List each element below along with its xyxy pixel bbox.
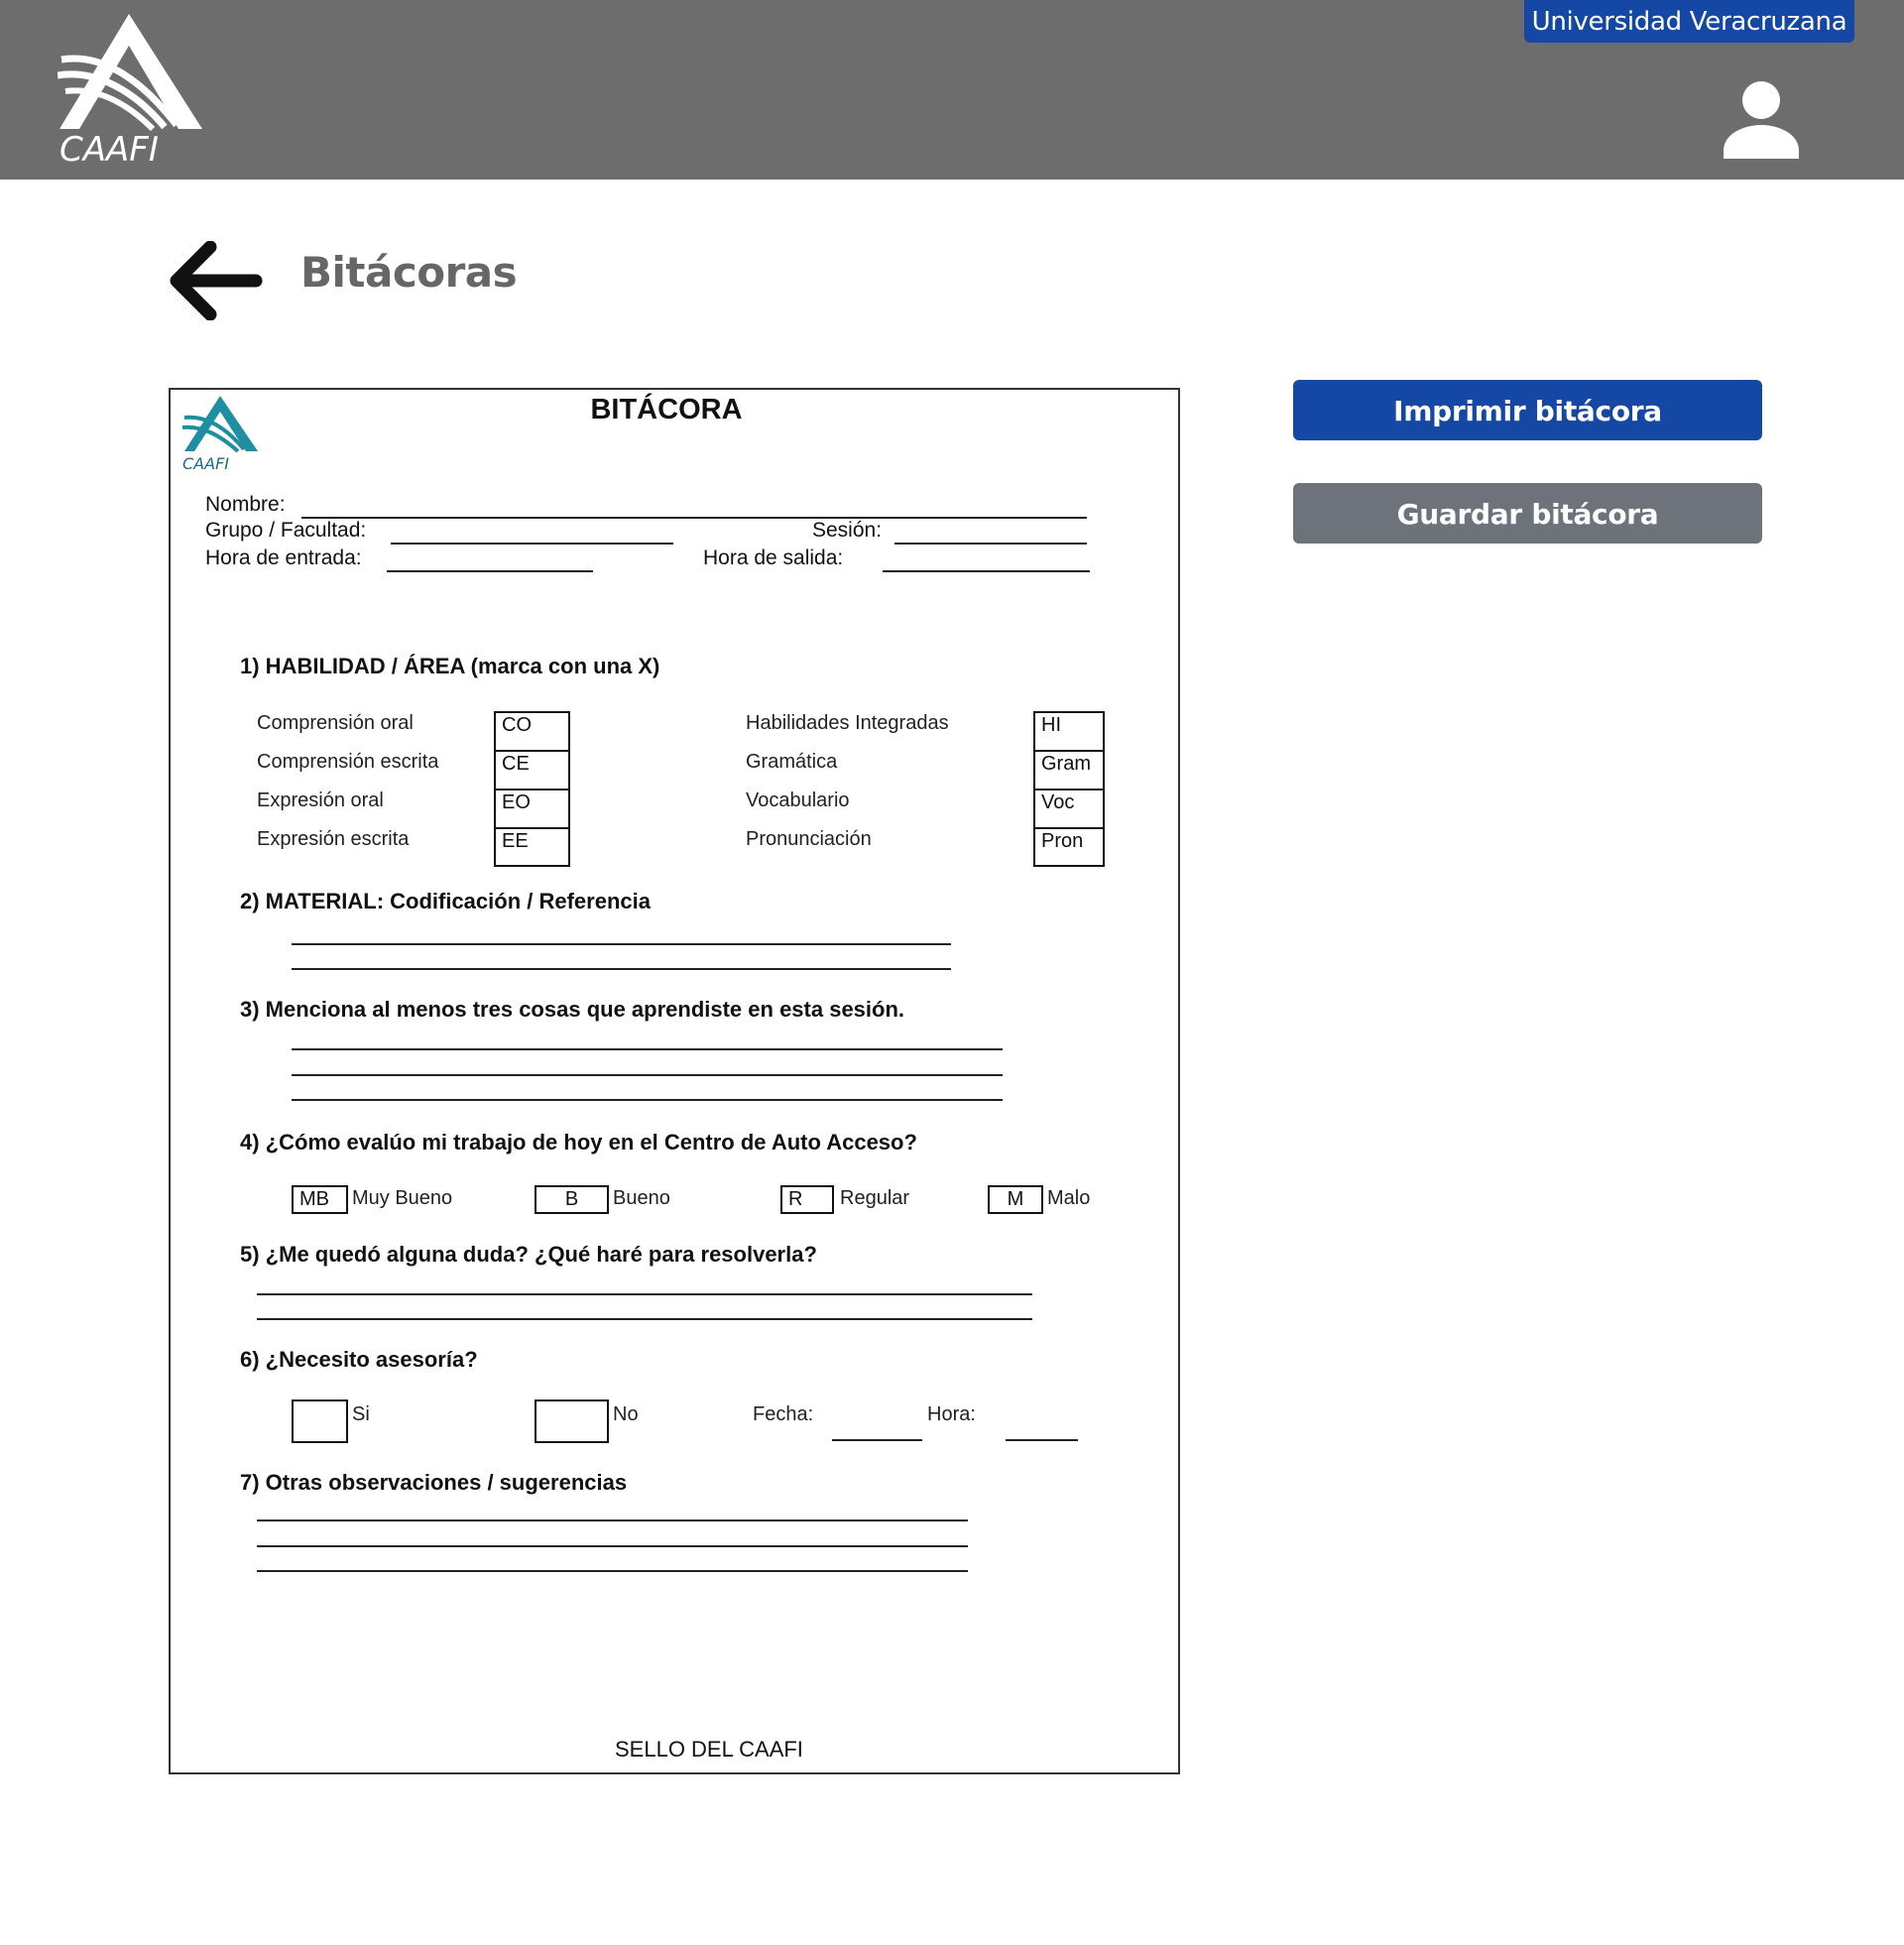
field-name-label: Nombre:	[205, 493, 286, 516]
rating-checkbox[interactable]: MB	[292, 1185, 348, 1214]
rating-checkbox[interactable]: R	[780, 1185, 834, 1214]
rating-label: Bueno	[613, 1187, 670, 1209]
logo-text: CAAFI	[60, 130, 159, 165]
field-group-label: Grupo / Facultad:	[205, 519, 367, 542]
skill-checkbox[interactable]: HI	[1033, 711, 1105, 752]
skill-label: Vocabulario	[746, 790, 850, 811]
skill-checkbox[interactable]: EE	[494, 827, 570, 867]
answer-line	[257, 1520, 968, 1521]
print-log-button[interactable]: Imprimir bitácora	[1293, 380, 1762, 440]
q7-title: 7) Otras observaciones / sugerencias	[240, 1470, 628, 1495]
user-icon[interactable]	[1722, 81, 1801, 159]
log-document-preview: CAAFI BITÁCORA Nombre: Grupo / Facultad:…	[169, 388, 1180, 1774]
top-bar: CAAFI Universidad Veracruzana	[0, 0, 1904, 180]
advice-yes-checkbox[interactable]	[292, 1399, 348, 1443]
doc-logo-text: CAAFI	[182, 454, 229, 473]
skill-label: Pronunciación	[746, 828, 872, 850]
field-exit-time-line	[883, 570, 1090, 572]
skill-checkbox[interactable]: Gram	[1033, 750, 1105, 790]
answer-line	[292, 1099, 1003, 1101]
field-entry-time-label: Hora de entrada:	[205, 547, 362, 569]
seal-label: SELLO DEL CAAFI	[615, 1737, 803, 1762]
answer-line	[257, 1570, 968, 1572]
university-badge[interactable]: Universidad Veracruzana	[1524, 0, 1854, 43]
answer-line	[292, 1048, 1003, 1050]
answer-line	[292, 968, 951, 970]
advice-date-label: Fecha:	[753, 1403, 814, 1425]
answer-line	[257, 1545, 968, 1547]
skill-checkbox[interactable]: CE	[494, 750, 570, 790]
q1-title: 1) HABILIDAD / ÁREA (marca con una X)	[240, 654, 660, 678]
caafi-logo-icon[interactable]: CAAFI	[58, 14, 202, 165]
answer-line	[292, 1074, 1003, 1076]
skill-checkbox[interactable]: EO	[494, 789, 570, 829]
advice-yes-label: Si	[352, 1403, 370, 1425]
advice-no-label: No	[613, 1403, 639, 1425]
advice-time-label: Hora:	[927, 1403, 976, 1425]
skill-label: Expresión escrita	[257, 828, 410, 850]
rating-label: Malo	[1047, 1187, 1091, 1209]
page-title: Bitácoras	[300, 248, 518, 297]
rating-label: Regular	[840, 1187, 910, 1209]
field-name-line	[301, 517, 1087, 519]
rating-checkbox[interactable]: B	[535, 1185, 609, 1214]
q4-title: 4) ¿Cómo evalúo mi trabajo de hoy en el …	[240, 1130, 917, 1155]
q2-title: 2) MATERIAL: Codificación / Referencia	[240, 889, 651, 913]
skill-label: Comprensión escrita	[257, 751, 439, 773]
advice-time-line	[1006, 1439, 1078, 1441]
skill-label: Expresión oral	[257, 790, 384, 811]
advice-no-checkbox[interactable]	[535, 1399, 609, 1443]
q6-title: 6) ¿Necesito asesoría?	[240, 1347, 478, 1372]
field-entry-time-line	[387, 570, 593, 572]
skill-checkbox[interactable]: Voc	[1033, 789, 1105, 829]
rating-checkbox[interactable]: M	[988, 1185, 1043, 1214]
skill-checkbox[interactable]: CO	[494, 711, 570, 752]
arrow-left-icon[interactable]	[169, 241, 264, 320]
answer-line	[292, 943, 951, 945]
field-exit-time-label: Hora de salida:	[703, 547, 844, 569]
field-group-line	[391, 543, 673, 545]
save-log-button[interactable]: Guardar bitácora	[1293, 483, 1762, 544]
skill-label: Gramática	[746, 751, 838, 773]
q5-title: 5) ¿Me quedó alguna duda? ¿Qué haré para…	[240, 1242, 817, 1267]
rating-label: Muy Bueno	[352, 1187, 453, 1209]
field-session-label: Sesión:	[812, 519, 883, 542]
field-session-line	[894, 543, 1087, 545]
q3-title: 3) Menciona al menos tres cosas que apre…	[240, 997, 905, 1022]
advice-date-line	[832, 1439, 922, 1441]
answer-line	[257, 1293, 1032, 1295]
skill-checkbox[interactable]: Pron	[1033, 827, 1105, 867]
doc-title: BITÁCORA	[590, 394, 743, 425]
skill-label: Comprensión oral	[257, 712, 414, 734]
answer-line	[257, 1318, 1032, 1320]
skill-label: Habilidades Integradas	[746, 712, 949, 734]
